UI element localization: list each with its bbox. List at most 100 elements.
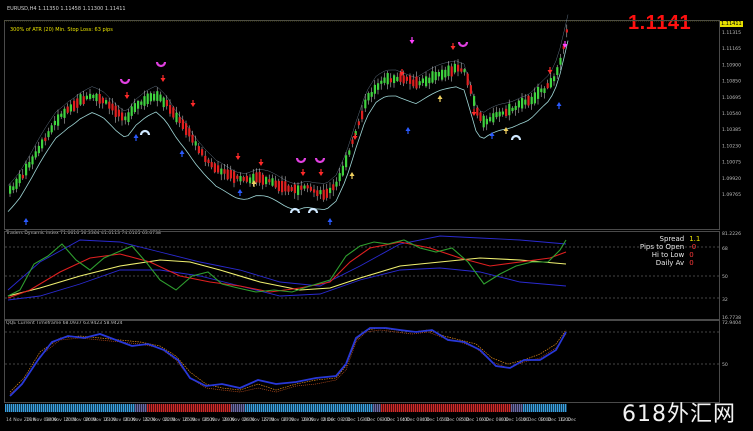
histogram-bar [313,404,315,412]
histogram-bar [327,404,329,412]
histogram-bar [141,404,143,412]
histogram-bar [49,404,51,412]
histogram-bar [89,404,91,412]
histogram-bar [531,404,533,412]
histogram-bar [69,404,71,412]
histogram-bar [473,404,475,412]
histogram-bar [15,404,17,412]
histogram-bar [353,404,355,412]
histogram-bar [189,404,191,412]
histogram-bar [451,404,453,412]
histogram-bar [67,404,69,412]
histogram-bar [463,404,465,412]
histogram-bar [73,404,75,412]
main-chart-pane[interactable]: EURUSD,H4 1.11350 1.11458 1.11300 1.1141… [0,0,753,231]
histogram-bar [123,404,125,412]
histogram-bar [381,404,383,412]
histogram-bar [411,404,413,412]
histogram-bar [441,404,443,412]
histogram-bar [413,404,415,412]
histogram-bar [227,404,229,412]
histogram-bar [273,404,275,412]
histogram-bar [415,404,417,412]
histogram-bar [267,404,269,412]
histogram-bar [147,404,149,412]
histogram-bar [529,404,531,412]
histogram-bar [349,404,351,412]
histogram-bar [31,404,33,412]
time-axis-label: 27 Nov 16:00 [283,417,314,423]
histogram-bar [539,404,541,412]
histogram-bar [203,404,205,412]
histogram-bar [75,404,77,412]
histogram-bar [461,404,463,412]
histogram-bar [527,404,529,412]
histogram-bar [403,404,405,412]
histogram-bar [433,404,435,412]
histogram-bar [179,404,181,412]
histogram-bar [523,404,525,412]
histogram-bar [389,404,391,412]
histogram-bar [391,404,393,412]
histogram-bar [181,404,183,412]
histogram-bar [297,404,299,412]
histogram-bar [115,404,117,412]
histogram-bar [191,404,193,412]
histogram-bar [457,404,459,412]
histogram-bar [453,404,455,412]
price-axis: 1.11411 [720,20,753,230]
histogram-bar [565,404,567,412]
histogram-bar [87,404,89,412]
time-axis-label: 22 Nov 08:00 [145,417,176,423]
histogram-bar [395,404,397,412]
histogram-bar [127,404,129,412]
histogram-bar [47,404,49,412]
histogram-bar [519,404,521,412]
histogram-bar [45,404,47,412]
qqe-pane[interactable]: QQE Current Timeframe 68.0937 63.9423 58… [0,321,753,403]
tdi-pane[interactable]: Traders Dynamic Index 71.0616 56.3364 41… [0,231,753,320]
histogram-bar [333,404,335,412]
histogram-bar [363,404,365,412]
histogram-bar [491,404,493,412]
histogram-bar [53,404,55,412]
histogram-bar [193,404,195,412]
histogram-bar [449,404,451,412]
histogram-bar [83,404,85,412]
histogram-bar [109,404,111,412]
histogram-bar [231,404,233,412]
histogram-bar [369,404,371,412]
histogram-bar [95,404,97,412]
time-axis-label: 21 Nov 08:00 [105,417,136,423]
histogram-bar [311,404,313,412]
histogram-bar [27,404,29,412]
histogram-bar [209,404,211,412]
histogram-bar [61,404,63,412]
histogram-bar [59,404,61,412]
histogram-bar [471,404,473,412]
histogram-bar [217,404,219,412]
histogram-bar [151,404,153,412]
histogram-bar [289,404,291,412]
histogram-bar [265,404,267,412]
histogram-bar [507,404,509,412]
histogram-bar [397,404,399,412]
histogram-bar [113,404,115,412]
histogram-bar [315,404,317,412]
histogram-bar [173,404,175,412]
histogram-bar [43,404,45,412]
histogram-bar [131,404,133,412]
histogram-bar [239,404,241,412]
histogram-bar [25,404,27,412]
histogram-bar [287,404,289,412]
histogram-bar [429,404,431,412]
histogram-bar [81,404,83,412]
time-axis-label: 6 Dec 16:00 [501,417,529,423]
histogram-bar [225,404,227,412]
histogram-bar [341,404,343,412]
histogram-bar [323,404,325,412]
histogram-bar [145,404,147,412]
histogram-bar [37,404,39,412]
histogram-bar [29,404,31,412]
time-axis-label: 21 Nov 16:00 [125,417,156,423]
